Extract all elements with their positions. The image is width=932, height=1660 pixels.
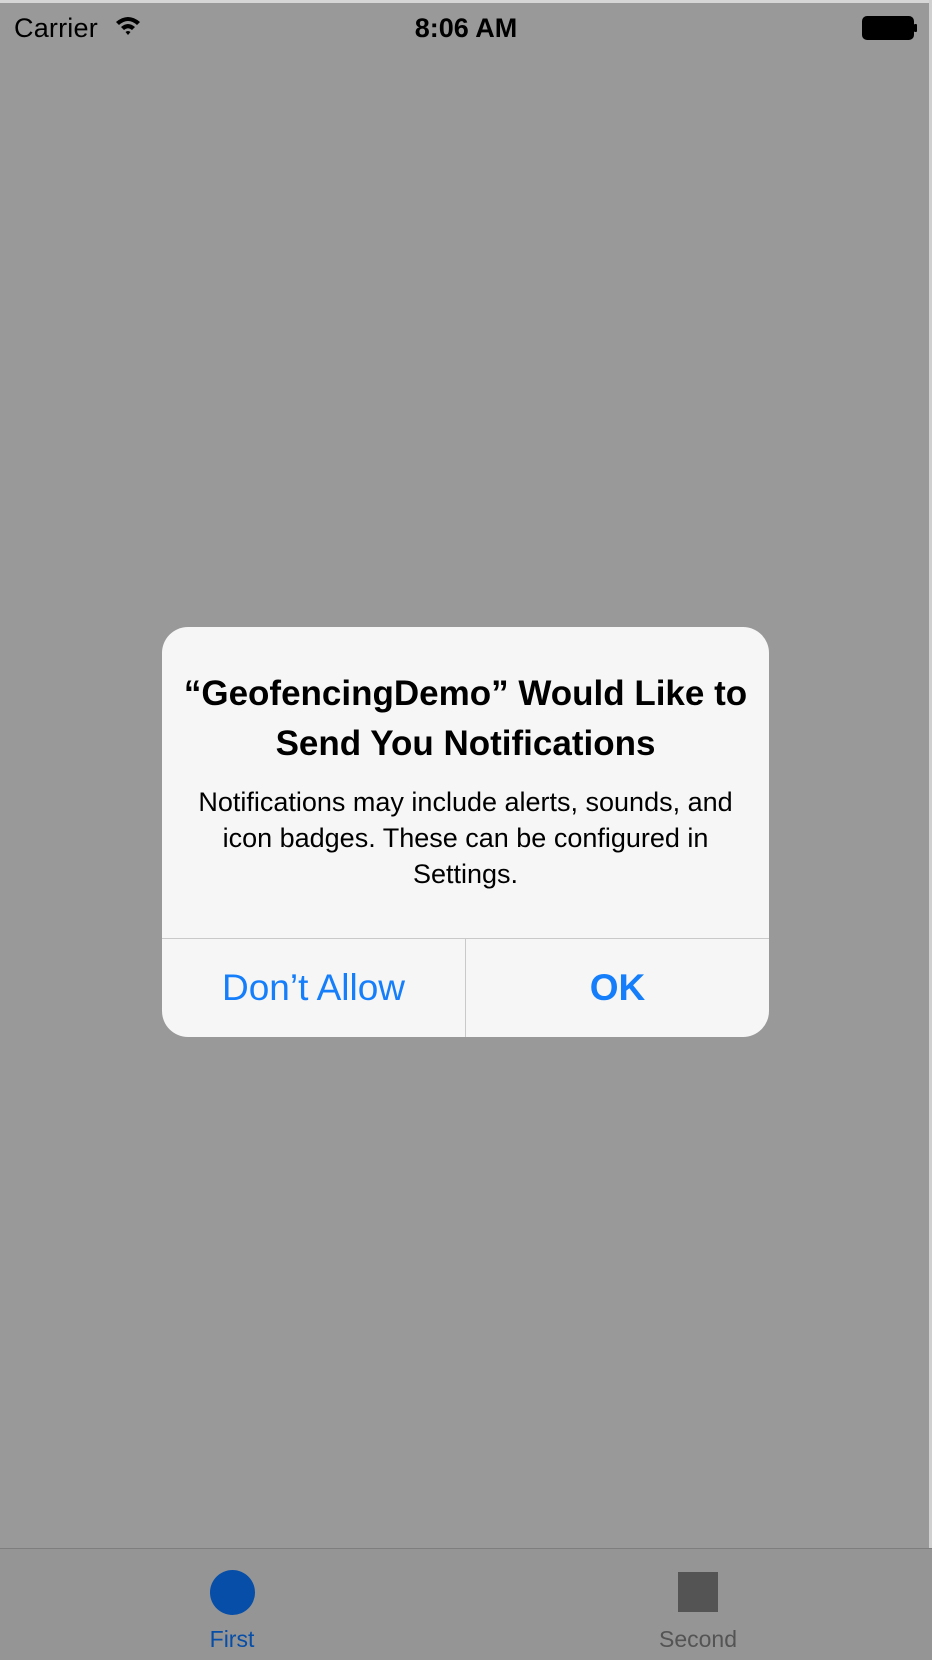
square-icon xyxy=(678,1572,718,1612)
status-bar: Carrier 8:06 AM xyxy=(0,3,932,53)
tab-second-label: Second xyxy=(658,1626,737,1652)
ok-button[interactable]: OK xyxy=(466,939,769,1037)
alert-title: “GeofencingDemo” Would Like to Send You … xyxy=(183,674,748,763)
circle-icon xyxy=(210,1570,255,1615)
dont-allow-button[interactable]: Don’t Allow xyxy=(162,939,465,1037)
alert-message: Notifications may include alerts, sounds… xyxy=(198,787,733,889)
screen: Carrier 8:06 AM “GeofencingDemo” Would L… xyxy=(0,0,932,1660)
tab-first[interactable]: First xyxy=(132,1549,332,1660)
tab-first-label: First xyxy=(209,1626,255,1652)
status-time: 8:06 AM xyxy=(414,13,518,43)
tab-bar: First Second xyxy=(0,1548,932,1660)
tab-second[interactable]: Second xyxy=(598,1549,798,1660)
battery-icon xyxy=(862,16,918,40)
notification-permission-alert: “GeofencingDemo” Would Like to Send You … xyxy=(162,627,769,1037)
